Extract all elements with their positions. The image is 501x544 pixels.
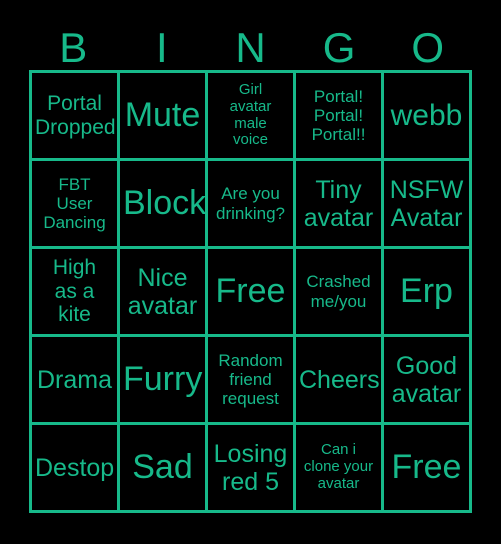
bingo-cell-label: Losing red 5 bbox=[213, 439, 288, 496]
bingo-cell-label: Girl avatar male voice bbox=[229, 80, 272, 149]
bingo-cell-label: Tiny avatar bbox=[303, 175, 374, 232]
bingo-cell-label: Mute bbox=[124, 96, 201, 135]
bingo-cell-r1c4[interactable]: Portal! Portal! Portal!! bbox=[296, 73, 384, 161]
bingo-card: B I N G O Portal Dropped Mute Girl avatar … bbox=[0, 0, 501, 544]
bingo-cell-label: Are you drinking? bbox=[216, 184, 285, 223]
bingo-cell-r2c5[interactable]: NSFW Avatar bbox=[384, 161, 472, 249]
bingo-header: B I N G O bbox=[29, 17, 472, 70]
bingo-cell-label: Drama bbox=[36, 365, 112, 394]
header-letter-b: B bbox=[59, 24, 88, 71]
bingo-cell-r4c4[interactable]: Cheers bbox=[296, 337, 384, 425]
header-letter-n: N bbox=[235, 24, 266, 71]
bingo-cell-r3c4[interactable]: Crashed me/you bbox=[296, 249, 384, 337]
bingo-cell-r5c2[interactable]: Sad bbox=[120, 425, 208, 513]
bingo-cell-r5c5[interactable]: Free bbox=[384, 425, 472, 513]
bingo-cell-r4c1[interactable]: Drama bbox=[32, 337, 120, 425]
bingo-cell-r2c1[interactable]: FBT User Dancing bbox=[32, 161, 120, 249]
bingo-cell-label: Crashed me/you bbox=[306, 272, 371, 311]
bingo-cell-r5c1[interactable]: Destop bbox=[32, 425, 120, 513]
bingo-cell-r2c3[interactable]: Are you drinking? bbox=[208, 161, 296, 249]
bingo-cell-r3c2[interactable]: Nice avatar bbox=[120, 249, 208, 337]
bingo-grid: Portal Dropped Mute Girl avatar male voice… bbox=[29, 70, 472, 513]
bingo-cell-label: Free bbox=[215, 272, 286, 311]
bingo-cell-label: Block bbox=[123, 184, 207, 223]
bingo-cell-r2c4[interactable]: Tiny avatar bbox=[296, 161, 384, 249]
header-letter-i: I bbox=[156, 24, 168, 71]
bingo-cell-label: webb bbox=[390, 98, 463, 132]
bingo-cell-r4c2[interactable]: Furry bbox=[120, 337, 208, 425]
header-letter-o: O bbox=[411, 24, 444, 71]
bingo-cell-r1c3[interactable]: Girl avatar male voice bbox=[208, 73, 296, 161]
bingo-cell-r5c4[interactable]: Can i clone your avatar bbox=[296, 425, 384, 513]
bingo-cell-label: Erp bbox=[400, 272, 453, 311]
bingo-cell-r4c3[interactable]: Random friend request bbox=[208, 337, 296, 425]
bingo-cell-label: Portal Dropped bbox=[35, 91, 116, 139]
bingo-cell-r1c2[interactable]: Mute bbox=[120, 73, 208, 161]
bingo-cell-r3c5[interactable]: Erp bbox=[384, 249, 472, 337]
bingo-cell-label: Destop bbox=[35, 453, 115, 482]
bingo-cell-r5c3[interactable]: Losing red 5 bbox=[208, 425, 296, 513]
bingo-cell-label: High as a kite bbox=[52, 256, 97, 327]
bingo-cell-label: Good avatar bbox=[391, 351, 462, 408]
bingo-cell-r3c1[interactable]: High as a kite bbox=[32, 249, 120, 337]
bingo-cell-label: Nice avatar bbox=[127, 263, 198, 320]
header-letter-g: G bbox=[322, 24, 356, 71]
bingo-cell-label: Random friend request bbox=[218, 350, 283, 409]
bingo-cell-label: Furry bbox=[123, 360, 203, 399]
bingo-cell-r1c1[interactable]: Portal Dropped bbox=[32, 73, 120, 161]
bingo-cell-label: FBT User Dancing bbox=[43, 174, 106, 233]
bingo-cell-label: Portal! Portal! Portal!! bbox=[311, 86, 366, 145]
bingo-cell-r1c5[interactable]: webb bbox=[384, 73, 472, 161]
bingo-cell-label: NSFW Avatar bbox=[389, 175, 464, 232]
bingo-cell-r3c3[interactable]: Free bbox=[208, 249, 296, 337]
bingo-cell-label: Sad bbox=[132, 448, 193, 487]
bingo-cell-r2c2[interactable]: Block bbox=[120, 161, 208, 249]
bingo-cell-r4c5[interactable]: Good avatar bbox=[384, 337, 472, 425]
bingo-cell-label: Free bbox=[391, 448, 462, 487]
bingo-cell-label: Cheers bbox=[299, 365, 380, 394]
bingo-cell-label: Can i clone your avatar bbox=[303, 441, 374, 492]
